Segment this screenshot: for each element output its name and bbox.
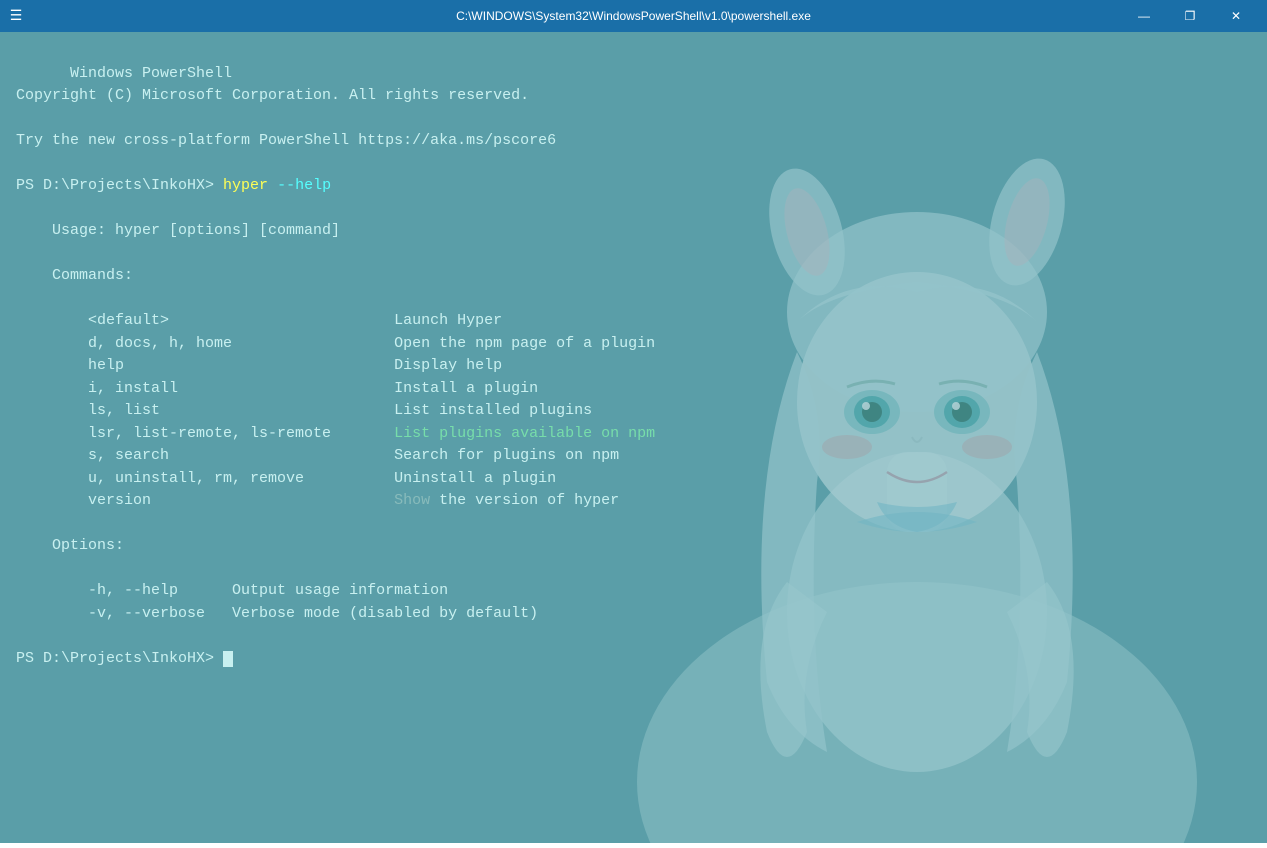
minimize-button[interactable]: —	[1121, 0, 1167, 32]
terminal-output: Windows PowerShell Copyright (C) Microso…	[16, 40, 1251, 693]
prompt1: PS D:\Projects\InkoHX> hyper --help	[16, 177, 331, 194]
titlebar: ☰ C:\WINDOWS\System32\WindowsPowerShell\…	[0, 0, 1267, 32]
terminal-content: Windows PowerShell Copyright (C) Microso…	[0, 32, 1267, 843]
try-line: Try the new cross-platform PowerShell ht…	[16, 132, 556, 149]
cursor	[223, 651, 233, 667]
ps-header-line1: Windows PowerShell	[70, 65, 232, 82]
ps-header-line2: Copyright (C) Microsoft Corporation. All…	[16, 87, 529, 104]
powershell-window: ☰ C:\WINDOWS\System32\WindowsPowerShell\…	[0, 0, 1267, 843]
hamburger-menu-icon[interactable]: ☰	[8, 8, 24, 24]
maximize-button[interactable]: ❐	[1167, 0, 1213, 32]
window-controls: — ❐ ✕	[1121, 0, 1259, 32]
titlebar-left: ☰	[8, 8, 24, 24]
window-title: C:\WINDOWS\System32\WindowsPowerShell\v1…	[456, 9, 811, 23]
close-button[interactable]: ✕	[1213, 0, 1259, 32]
prompt2: PS D:\Projects\InkoHX>	[16, 650, 233, 667]
